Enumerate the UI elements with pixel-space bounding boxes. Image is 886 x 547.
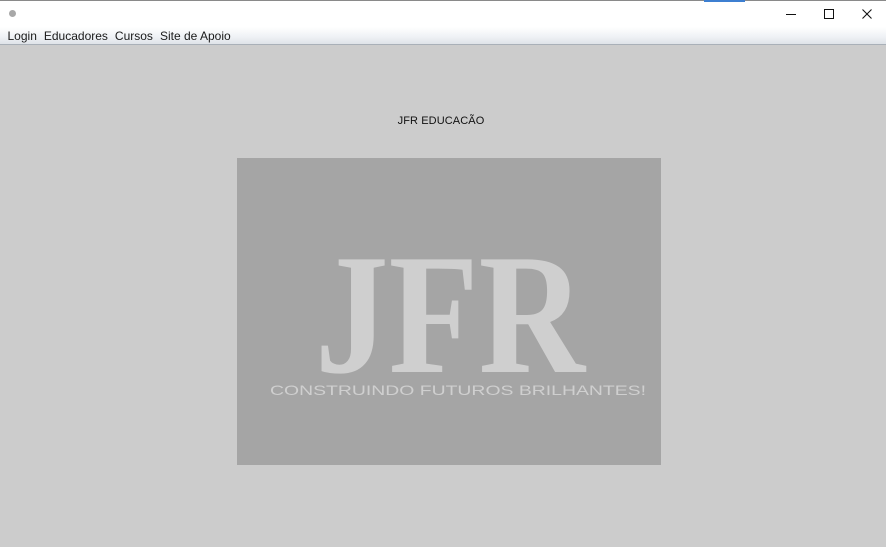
- menu-cursos[interactable]: Cursos: [111, 27, 156, 45]
- page-title: JFR EDUCACÃO: [397, 115, 485, 127]
- logo-image: JFR CONSTRUINDO FUTUROS BRILHANTES!: [237, 158, 661, 465]
- close-icon: [862, 9, 872, 19]
- close-button[interactable]: [848, 1, 886, 27]
- logo-graphic: JFR CONSTRUINDO FUTUROS BRILHANTES!: [270, 220, 646, 410]
- maximize-icon: [824, 9, 834, 19]
- maximize-button[interactable]: [810, 1, 848, 27]
- menu-login[interactable]: Login: [4, 27, 40, 45]
- minimize-icon: [786, 14, 796, 15]
- title-bar-accent: [704, 0, 745, 2]
- app-icon[interactable]: [9, 10, 16, 17]
- application-window: Login Educadores Cursos Site de Apoio JF…: [0, 0, 886, 547]
- minimize-button[interactable]: [772, 1, 810, 27]
- menu-educadores[interactable]: Educadores: [40, 27, 111, 45]
- menu-site-de-apoio[interactable]: Site de Apoio: [156, 27, 234, 45]
- menu-bar: Login Educadores Cursos Site de Apoio: [0, 27, 886, 45]
- title-bar[interactable]: [0, 0, 886, 27]
- logo-tagline: CONSTRUINDO FUTUROS BRILHANTES!: [270, 382, 646, 398]
